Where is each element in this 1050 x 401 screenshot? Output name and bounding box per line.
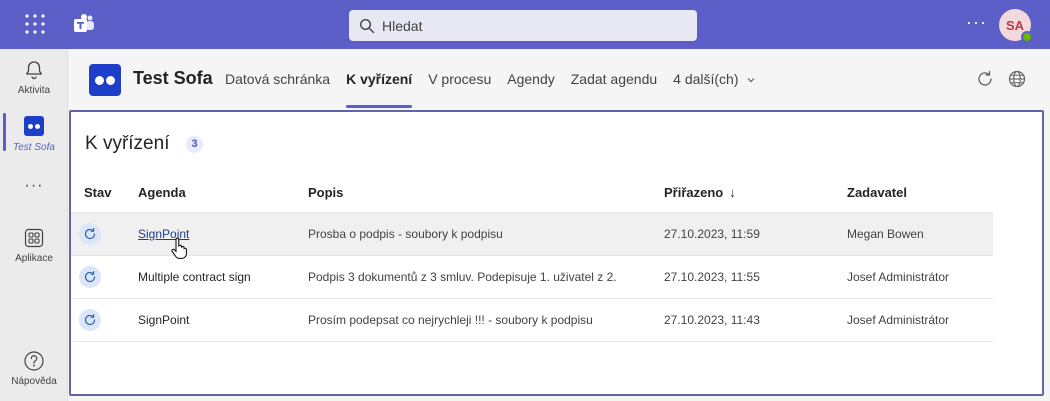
description-cell: Podpis 3 dokumentů z 3 smluv. Podepisuje… bbox=[308, 270, 617, 284]
teams-window: ··· SA Aktivita Test Sofa ··· bbox=[0, 0, 1050, 401]
agenda-cell[interactable]: Multiple contract sign bbox=[138, 270, 251, 284]
more-apps-icon[interactable]: ··· bbox=[0, 177, 68, 195]
app-launcher-icon[interactable] bbox=[24, 13, 46, 35]
tab-zadat-agendu[interactable]: Zadat agendu bbox=[571, 49, 657, 110]
avatar-initials: SA bbox=[1005, 17, 1025, 33]
column-header-stav[interactable]: Stav bbox=[84, 185, 111, 200]
search-icon bbox=[359, 18, 375, 33]
tab-v-procesu[interactable]: V procesu bbox=[428, 49, 491, 110]
in-progress-status-icon bbox=[79, 309, 101, 331]
left-rail: Aktivita Test Sofa ··· Aplikace Nápověda bbox=[0, 49, 68, 401]
apps-grid-icon bbox=[24, 228, 44, 248]
tab-k-vyrizeni[interactable]: K vyřízení bbox=[346, 49, 413, 110]
count-badge: 3 bbox=[186, 136, 203, 153]
search-input[interactable] bbox=[382, 17, 682, 34]
rail-item-apps[interactable]: Aplikace bbox=[0, 227, 68, 264]
tab-agendy[interactable]: Agendy bbox=[507, 49, 554, 110]
rail-item-test-sofa[interactable]: Test Sofa bbox=[0, 116, 68, 153]
top-bar: ··· SA bbox=[0, 0, 1050, 49]
rail-item-label: Test Sofa bbox=[13, 142, 55, 153]
more-options-icon[interactable]: ··· bbox=[966, 13, 986, 35]
bell-icon bbox=[26, 61, 42, 80]
description-cell: Prosím podepsat co nejrychleji !!! - sou… bbox=[308, 313, 593, 327]
page-title: K vyřízení bbox=[85, 133, 170, 154]
column-header-zadavatel[interactable]: Zadavatel bbox=[847, 185, 907, 200]
assigned-date-cell: 27.10.2023, 11:55 bbox=[664, 270, 760, 284]
chevron-down-icon bbox=[747, 78, 755, 83]
table-row[interactable]: SignPoint Prosím podepsat co nejrychleji… bbox=[71, 299, 993, 342]
help-icon bbox=[24, 351, 44, 371]
table-row[interactable]: SignPoint Prosba o podpis - soubory k po… bbox=[71, 213, 993, 259]
tasks-table: Stav Agenda Popis Přiřazeno ↓ Zadavatel S… bbox=[71, 172, 993, 342]
app-header: Test Sofa Datová schránka K vyřízení V p… bbox=[69, 49, 1050, 110]
column-header-prirazeno[interactable]: Přiřazeno ↓ bbox=[664, 185, 736, 200]
avatar[interactable]: SA bbox=[999, 9, 1033, 43]
in-progress-status-icon bbox=[79, 223, 101, 245]
assigned-date-cell: 27.10.2023, 11:59 bbox=[664, 227, 760, 241]
tab-more-label: 4 další(ch) bbox=[673, 71, 739, 87]
refresh-icon[interactable] bbox=[975, 69, 995, 89]
requester-cell: Megan Bowen bbox=[847, 227, 924, 241]
column-header-agenda[interactable]: Agenda bbox=[138, 185, 186, 200]
in-progress-status-icon bbox=[79, 266, 101, 288]
table-row[interactable]: Multiple contract sign Podpis 3 dokument… bbox=[71, 256, 993, 299]
content-panel: K vyřízení 3 Stav Agenda Popis Přiřazeno… bbox=[69, 110, 1044, 396]
tab-more[interactable]: 4 další(ch) bbox=[673, 49, 756, 110]
presence-available-icon bbox=[1021, 31, 1033, 43]
rail-item-help[interactable]: Nápověda bbox=[0, 350, 68, 387]
column-header-popis[interactable]: Popis bbox=[308, 185, 343, 200]
app-title: Test Sofa bbox=[133, 68, 213, 88]
agenda-cell[interactable]: SignPoint bbox=[138, 313, 189, 327]
test-sofa-logo-icon bbox=[89, 64, 121, 96]
search-box[interactable] bbox=[349, 10, 697, 41]
rail-item-label: Nápověda bbox=[11, 376, 57, 387]
table-header: Stav Agenda Popis Přiřazeno ↓ Zadavatel bbox=[71, 172, 993, 213]
teams-logo-icon bbox=[74, 14, 94, 32]
rail-item-label: Aktivita bbox=[17, 85, 51, 96]
sort-descending-icon: ↓ bbox=[729, 185, 736, 200]
description-cell: Prosba o podpis - soubory k podpisu bbox=[308, 227, 503, 241]
rail-item-label: Aplikace bbox=[15, 253, 53, 264]
tab-bar: Datová schránka K vyřízení V procesu Age… bbox=[225, 49, 772, 110]
requester-cell: Josef Administrátor bbox=[847, 313, 950, 327]
globe-icon[interactable] bbox=[1007, 69, 1027, 89]
rail-item-activity[interactable]: Aktivita bbox=[0, 59, 68, 96]
column-header-label: Přiřazeno bbox=[664, 185, 724, 200]
tab-datova-schranka[interactable]: Datová schránka bbox=[225, 49, 330, 110]
test-sofa-app-icon bbox=[24, 116, 44, 136]
requester-cell: Josef Administrátor bbox=[847, 270, 950, 284]
assigned-date-cell: 27.10.2023, 11:43 bbox=[664, 313, 760, 327]
